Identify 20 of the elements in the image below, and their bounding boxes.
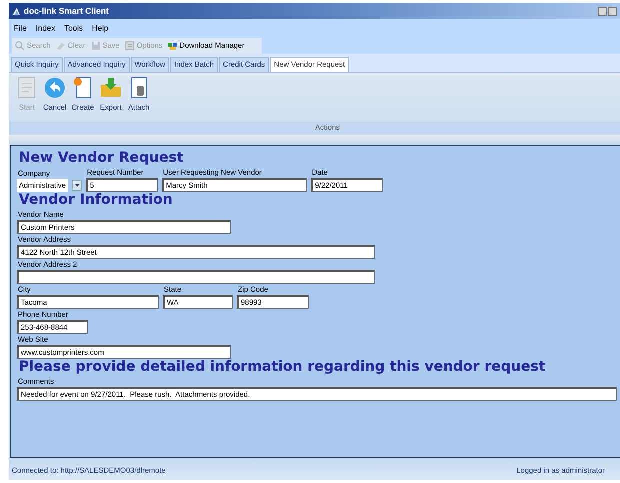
input-field[interactable] xyxy=(17,270,375,284)
minimize-button[interactable] xyxy=(598,6,607,16)
options-icon xyxy=(124,41,135,51)
maximize-button[interactable] xyxy=(608,6,617,16)
dropdown-button[interactable] xyxy=(72,180,82,191)
folder-export-icon xyxy=(99,76,123,100)
menu-item[interactable]: Tools xyxy=(64,23,84,33)
section-heading: New Vendor Request xyxy=(19,150,185,167)
download-icon xyxy=(168,41,178,51)
section-heading: Vendor Information xyxy=(19,192,174,209)
app-logo-icon xyxy=(12,6,21,16)
eraser-icon xyxy=(56,41,66,51)
menu-item[interactable]: Help xyxy=(92,23,109,33)
menu-item[interactable]: File xyxy=(14,23,27,33)
menu-item[interactable]: Index xyxy=(36,23,56,33)
window-title: doc-link Smart Client xyxy=(24,4,110,18)
section-heading: Please provide detailed information regarding this vendor request xyxy=(19,359,547,376)
undo-icon xyxy=(43,76,67,100)
search-icon xyxy=(15,41,25,51)
caret-icon xyxy=(74,184,80,187)
